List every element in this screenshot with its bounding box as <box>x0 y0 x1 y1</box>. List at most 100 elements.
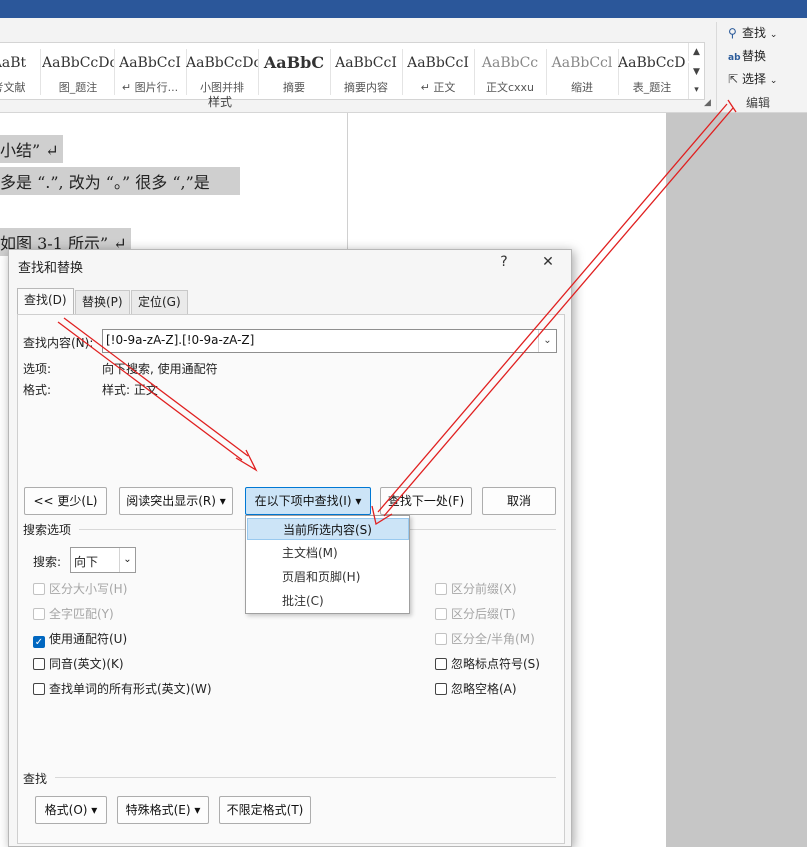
options-value: 向下搜索, 使用通配符 <box>102 362 218 376</box>
style-name: 摘要 <box>283 81 305 94</box>
search-direction-value: 向下 <box>74 555 99 569</box>
style-item[interactable]: AaBbCc 正文cxxu <box>474 43 546 99</box>
whole-word-checkbox[interactable]: 全字匹配(Y) <box>33 607 114 623</box>
replace-label: 替换 <box>742 49 767 63</box>
style-name: 摘要内容 <box>344 81 388 94</box>
find-next-button[interactable]: 查找下一处(F) <box>380 487 472 515</box>
menu-item-headers-footers[interactable]: 页眉和页脚(H) <box>247 566 409 588</box>
checkbox-box <box>435 583 447 595</box>
checkbox-label: 区分大小写(H) <box>49 582 128 596</box>
checkbox-label: 同音(英文)(K) <box>49 657 124 671</box>
options-label: 选项: <box>23 362 52 376</box>
style-sample: AaBbCcI <box>407 55 469 71</box>
window-titlebar <box>0 0 807 18</box>
tab-find[interactable]: 查找(D) <box>17 288 74 315</box>
all-word-forms-checkbox[interactable]: 查找单词的所有形式(英文)(W) <box>33 682 212 698</box>
search-options-label: 搜索选项 <box>23 523 72 537</box>
style-item[interactable]: AaBt 考文献 <box>0 43 36 99</box>
chevron-down-icon: ⌄ <box>769 76 778 86</box>
style-name: 缩进 <box>571 81 593 94</box>
doc-line[interactable]: 多是 “.”, 改为 “。” 很多 “,”是 <box>0 167 240 195</box>
menu-item-main-document[interactable]: 主文档(M) <box>247 542 409 564</box>
less-button[interactable]: << 更少(L) <box>24 487 107 515</box>
find-what-label: 查找内容(N): <box>23 336 94 350</box>
menu-item-comments[interactable]: 批注(C) <box>247 590 409 612</box>
ignore-punctuation-checkbox[interactable]: 忽略标点符号(S) <box>435 657 540 673</box>
format-value: 样式: 正文 <box>102 383 158 397</box>
ignore-space-checkbox[interactable]: 忽略空格(A) <box>435 682 517 698</box>
style-item[interactable]: AaBbCcI ↵ 正文 <box>402 43 474 99</box>
styles-gallery: AaBt 考文献 AaBbCcDc 图_题注 AaBbCcI ↵ 图片行... AaB… <box>0 42 705 100</box>
find-what-value: [!0-9a-zA-Z].[!0-9a-zA-Z] <box>106 333 255 347</box>
format-label: 格式: <box>23 383 52 397</box>
select-label: 选择 <box>742 72 767 86</box>
match-suffix-checkbox[interactable]: 区分后缀(T) <box>435 607 516 623</box>
cursor-icon: ⇱ <box>728 72 739 86</box>
checkbox-box <box>435 633 447 645</box>
edit-group-label: 编辑 <box>746 96 771 110</box>
checkbox-box <box>33 583 45 595</box>
sounds-like-checkbox[interactable]: 同音(英文)(K) <box>33 657 124 673</box>
page-boundary <box>347 113 348 253</box>
menu-item-current-selection[interactable]: 当前所选内容(S) <box>247 518 409 540</box>
special-button[interactable]: 特殊格式(E) ▾ <box>117 796 209 824</box>
find-in-menu: 当前所选内容(S) 主文档(M) 页眉和页脚(H) 批注(C) <box>245 515 410 614</box>
no-formatting-button[interactable]: 不限定格式(T) <box>219 796 311 824</box>
tab-goto[interactable]: 定位(G) <box>131 290 188 314</box>
style-item[interactable]: AaBbC 摘要 <box>258 43 330 99</box>
wildcards-checkbox[interactable]: ✓ 使用通配符(U) <box>33 632 127 648</box>
doc-line[interactable]: 小结” ↵ <box>0 135 63 163</box>
style-item[interactable]: AaBbCcI 摘要内容 <box>330 43 402 99</box>
find-in-button[interactable]: 在以下项中查找(I) ▾ <box>245 487 371 515</box>
help-button[interactable]: ? <box>492 254 516 270</box>
style-name: 正文cxxu <box>485 81 535 94</box>
checkbox-label: 区分全/半角(M) <box>451 632 535 646</box>
style-sample: AaBbCcI <box>335 55 397 71</box>
find-label: 查找 <box>742 26 767 40</box>
select-command[interactable]: ⇱ 选择 ⌄ <box>728 70 777 87</box>
style-name: ↵ 正文 <box>420 81 456 94</box>
style-sample: AaBbCcI <box>119 55 181 71</box>
style-item[interactable]: AaBbCcDc 小图并排 <box>186 43 258 99</box>
close-button[interactable]: ✕ <box>536 254 560 270</box>
gallery-down-icon[interactable]: ▼ <box>688 63 704 81</box>
match-width-checkbox[interactable]: 区分全/半角(M) <box>435 632 535 648</box>
find-what-input[interactable]: [!0-9a-zA-Z].[!0-9a-zA-Z] ⌄ <box>102 329 557 353</box>
checkbox-box <box>33 658 45 670</box>
style-item[interactable]: AaBbCcI ↵ 图片行... <box>114 43 186 99</box>
find-command[interactable]: ⚲ 查找 ⌄ <box>728 24 777 41</box>
style-sample: AaBbCcDc <box>42 55 114 71</box>
search-label: 搜索: <box>33 555 62 569</box>
tab-replace[interactable]: 替换(P) <box>75 290 130 314</box>
style-sample: AaBbCcDc <box>186 55 258 71</box>
dialog-launcher-icon[interactable]: ◢ <box>704 98 711 108</box>
style-sample: AaBbCc <box>481 55 539 71</box>
match-prefix-checkbox[interactable]: 区分前缀(X) <box>435 582 517 598</box>
cancel-button[interactable]: 取消 <box>482 487 556 515</box>
replace-icon: ab <box>728 53 741 63</box>
group-divider <box>716 22 717 110</box>
checkmark-icon: ✓ <box>33 636 45 648</box>
replace-command[interactable]: ab替换 <box>728 47 766 64</box>
ribbon: AaBt 考文献 AaBbCcDc 图_题注 AaBbCcI ↵ 图片行... AaB… <box>0 18 807 113</box>
style-item[interactable]: AaBbCcDc 图_题注 <box>42 43 114 99</box>
checkbox-label: 区分前缀(X) <box>451 582 517 596</box>
gallery-up-icon[interactable]: ▲ <box>688 43 704 61</box>
style-sample: AaBt <box>0 55 27 71</box>
style-sample: AaBbCcDc <box>618 55 686 71</box>
dialog-title: 查找和替换 <box>18 261 84 276</box>
style-item[interactable]: AaBbCcDc 表_题注 <box>618 43 686 99</box>
chevron-down-icon: ⌄ <box>119 548 135 572</box>
search-direction-select[interactable]: 向下 ⌄ <box>70 547 136 573</box>
chevron-down-icon[interactable]: ⌄ <box>538 330 556 352</box>
checkbox-label: 查找单词的所有形式(英文)(W) <box>49 682 212 696</box>
gallery-more-icon[interactable]: ▾ <box>688 81 704 99</box>
style-name: ↵ 图片行... <box>121 81 179 94</box>
checkbox-label: 使用通配符(U) <box>49 632 128 646</box>
checkbox-box <box>33 683 45 695</box>
match-case-checkbox[interactable]: 区分大小写(H) <box>33 582 127 598</box>
style-item[interactable]: AaBbCcl 缩进 <box>546 43 618 99</box>
format-button[interactable]: 格式(O) ▾ <box>35 796 107 824</box>
reading-highlight-button[interactable]: 阅读突出显示(R) ▾ <box>119 487 233 515</box>
checkbox-label: 区分后缀(T) <box>451 607 516 621</box>
